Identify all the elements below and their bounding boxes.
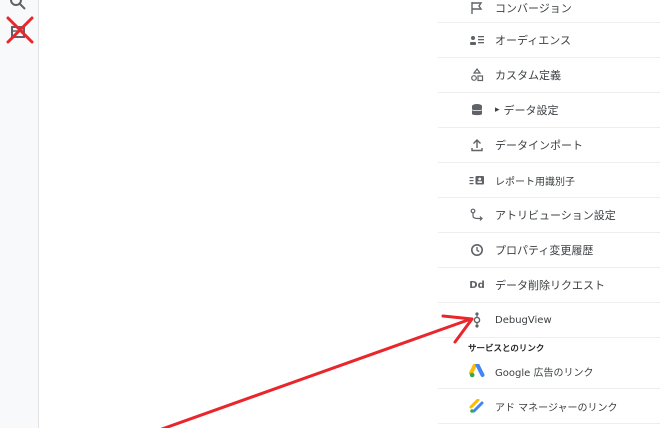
- menu-item-conversions[interactable]: コンバージョン: [438, 0, 660, 23]
- menu-item-audiences[interactable]: オーディエンス: [438, 23, 660, 58]
- menu-item-label: Google 広告のリンク: [495, 367, 594, 379]
- menu-item-label: データ削除リクエスト: [495, 279, 605, 292]
- attribution-icon: [468, 206, 486, 224]
- menu-item-label: プロパティ変更履歴: [495, 244, 594, 257]
- audience-icon: [468, 31, 486, 49]
- menu-item-label: コンバージョン: [495, 2, 572, 15]
- debugview-icon: [468, 311, 486, 329]
- menu-item-google-ads-links[interactable]: Google 広告のリンク: [438, 354, 660, 389]
- menu-item-debugview[interactable]: DebugView: [438, 303, 660, 338]
- menu-item-ad-manager-links[interactable]: アド マネージャーのリンク: [438, 389, 660, 424]
- menu-item-label: カスタム定義: [495, 69, 561, 82]
- main-content-area: [39, 0, 438, 428]
- menu-item-property-change-history[interactable]: プロパティ変更履歴: [438, 233, 660, 268]
- expand-arrow-icon[interactable]: ▸: [495, 105, 500, 115]
- menu-item-custom-definitions[interactable]: カスタム定義: [438, 58, 660, 93]
- menu-item-data-deletion-requests[interactable]: Dd データ削除リクエスト: [438, 268, 660, 303]
- dd-icon: Dd: [469, 279, 485, 291]
- cross-mark-annotation: [6, 16, 34, 44]
- search-icon[interactable]: [8, 0, 28, 12]
- flag-icon: [468, 0, 486, 17]
- menu-item-label: アド マネージャーのリンク: [495, 402, 618, 414]
- menu-item-label: データ設定: [503, 104, 559, 117]
- shapes-icon: [468, 66, 486, 84]
- menu-item-label: レポート用識別子: [495, 176, 575, 188]
- history-icon: [468, 241, 486, 259]
- property-admin-menu: コンバージョン オーディエンス カスタム定義 ▸ データ設定 データインポート …: [438, 0, 660, 428]
- database-icon: [468, 101, 486, 119]
- menu-item-label: オーディエンス: [495, 34, 572, 47]
- identifier-icon: [468, 171, 486, 189]
- ad-manager-icon: [468, 397, 486, 415]
- menu-item-attribution-settings[interactable]: アトリビューション設定: [438, 198, 660, 233]
- google-ads-icon: [468, 362, 486, 380]
- menu-item-data-settings[interactable]: ▸ データ設定: [438, 93, 660, 128]
- menu-item-label: アトリビューション設定: [495, 209, 616, 222]
- menu-item-label: DebugView: [495, 314, 552, 326]
- menu-item-reporting-identity[interactable]: レポート用識別子: [438, 163, 660, 198]
- section-header-product-links: サービスとのリンク: [468, 344, 545, 354]
- menu-item-data-import[interactable]: データインポート: [438, 128, 660, 163]
- upload-icon: [468, 136, 486, 154]
- left-navigation-rail: [0, 0, 39, 428]
- menu-item-label: データインポート: [495, 139, 583, 152]
